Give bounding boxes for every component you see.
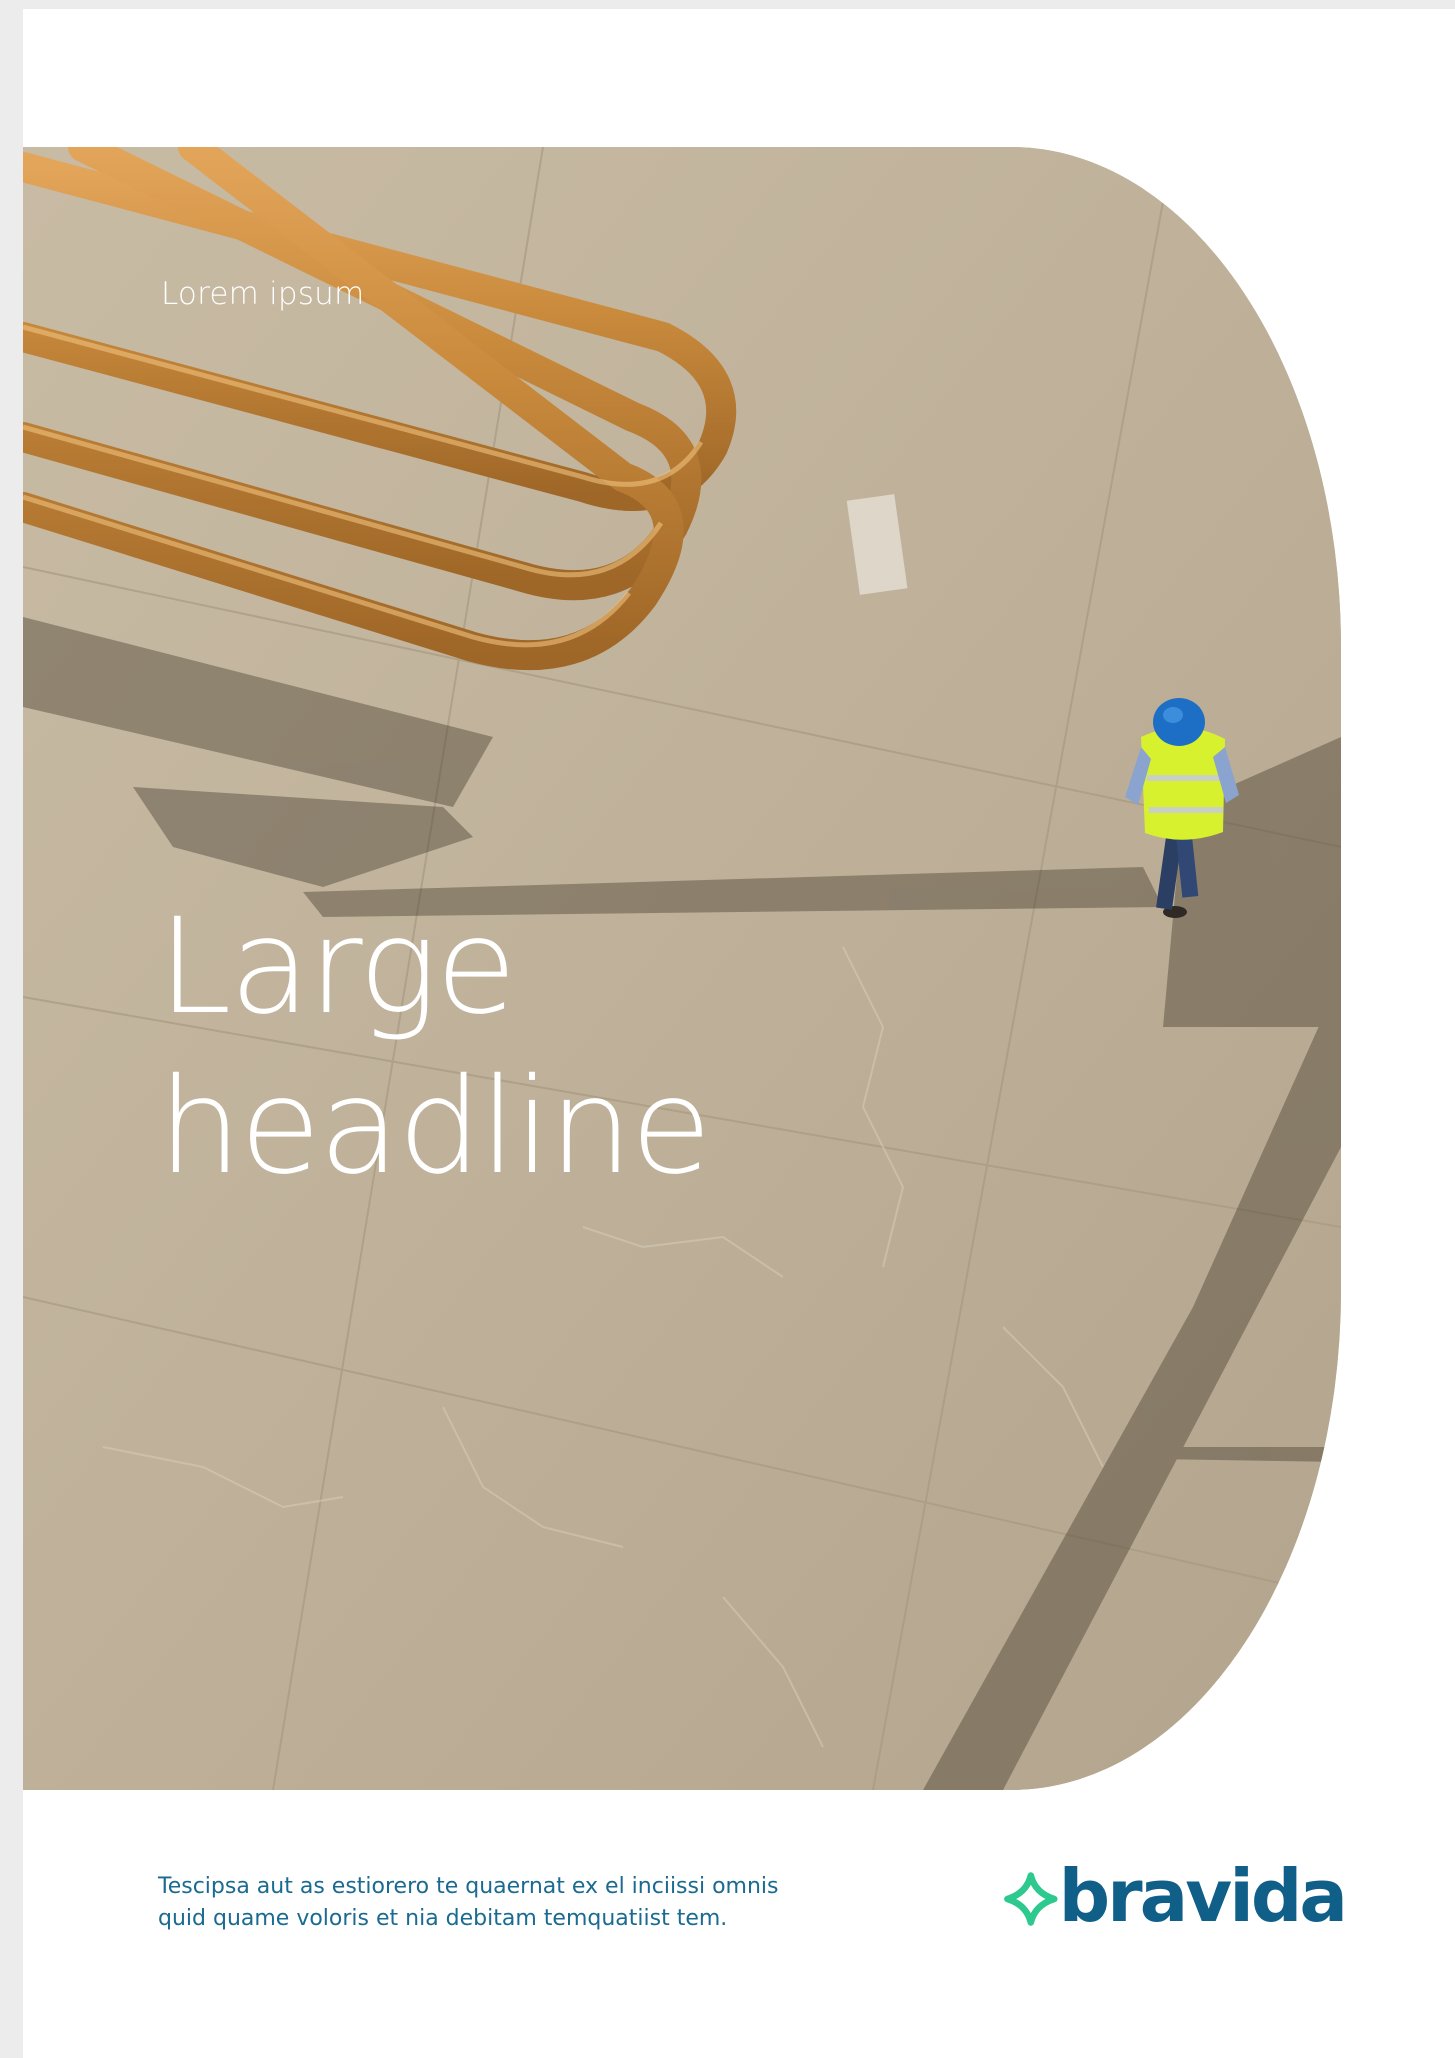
headline-line-1: Large <box>158 890 517 1044</box>
intro-text-line-2: quid quame voloris et nia debitam temqua… <box>158 1906 728 1931</box>
cover-headline: Large headline <box>158 887 712 1207</box>
brochure-cover-page: Lorem ipsum Large headline Tescipsa aut … <box>23 9 1455 2058</box>
bravida-wordmark: bravida <box>1058 1854 1348 1938</box>
bravida-logo: bravida <box>1003 1854 1348 1939</box>
intro-text-line-1: Tescipsa aut as estiorero te quaernat ex… <box>158 1874 779 1899</box>
bravida-star-mark-icon <box>1004 1872 1058 1926</box>
eyebrow-label: Lorem ipsum <box>161 276 365 312</box>
cover-intro-text: Tescipsa aut as estiorero te quaernat ex… <box>158 1871 858 1935</box>
headline-line-2: headline <box>158 1050 712 1204</box>
hero-photo-panel: Lorem ipsum Large headline <box>23 147 1341 1790</box>
